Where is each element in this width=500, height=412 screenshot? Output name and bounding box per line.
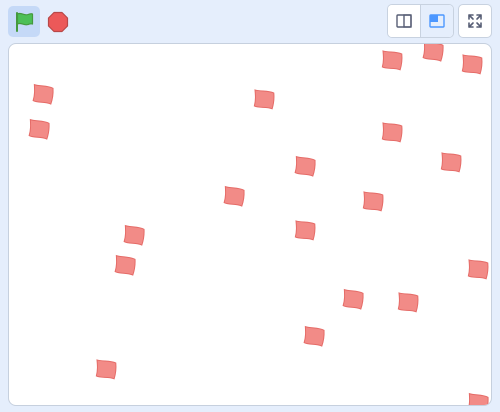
red-tile-sprite[interactable] bbox=[459, 53, 486, 77]
stage-toolbar bbox=[0, 0, 500, 42]
stage-canvas[interactable] bbox=[8, 43, 492, 406]
fullscreen-button[interactable] bbox=[458, 4, 492, 38]
red-tile-sprite[interactable] bbox=[340, 287, 368, 312]
small-stage-layout-icon bbox=[396, 14, 412, 28]
red-tile-sprite[interactable] bbox=[251, 88, 278, 112]
red-tile-sprite[interactable] bbox=[301, 324, 329, 349]
red-tile-sprite[interactable] bbox=[26, 117, 54, 142]
red-tile-sprite[interactable] bbox=[121, 223, 149, 248]
fullscreen-icon bbox=[468, 14, 482, 28]
red-tile-sprite[interactable] bbox=[112, 253, 140, 278]
red-tile-sprite[interactable] bbox=[221, 184, 249, 209]
red-tile-sprite[interactable] bbox=[465, 391, 492, 406]
stop-sign-icon bbox=[47, 11, 68, 32]
red-tile-sprite[interactable] bbox=[360, 190, 387, 214]
red-tile-sprite[interactable] bbox=[438, 151, 465, 175]
red-tile-sprite[interactable] bbox=[420, 43, 448, 65]
green-flag-button[interactable] bbox=[8, 6, 40, 37]
red-tile-sprite[interactable] bbox=[292, 219, 319, 243]
stop-button[interactable] bbox=[42, 6, 73, 37]
normal-stage-layout-icon bbox=[429, 14, 445, 28]
red-tile-sprite[interactable] bbox=[30, 82, 58, 107]
red-tile-sprite[interactable] bbox=[379, 121, 406, 145]
green-flag-icon bbox=[16, 11, 34, 32]
small-stage-button[interactable] bbox=[388, 5, 421, 37]
normal-stage-button[interactable] bbox=[421, 5, 453, 37]
red-tile-sprite[interactable] bbox=[292, 154, 320, 179]
red-tile-sprite[interactable] bbox=[379, 49, 406, 73]
red-tile-sprite[interactable] bbox=[465, 258, 492, 282]
red-tile-sprite[interactable] bbox=[395, 291, 422, 315]
red-tile-sprite[interactable] bbox=[93, 358, 120, 382]
stage-size-toggle bbox=[387, 4, 454, 38]
